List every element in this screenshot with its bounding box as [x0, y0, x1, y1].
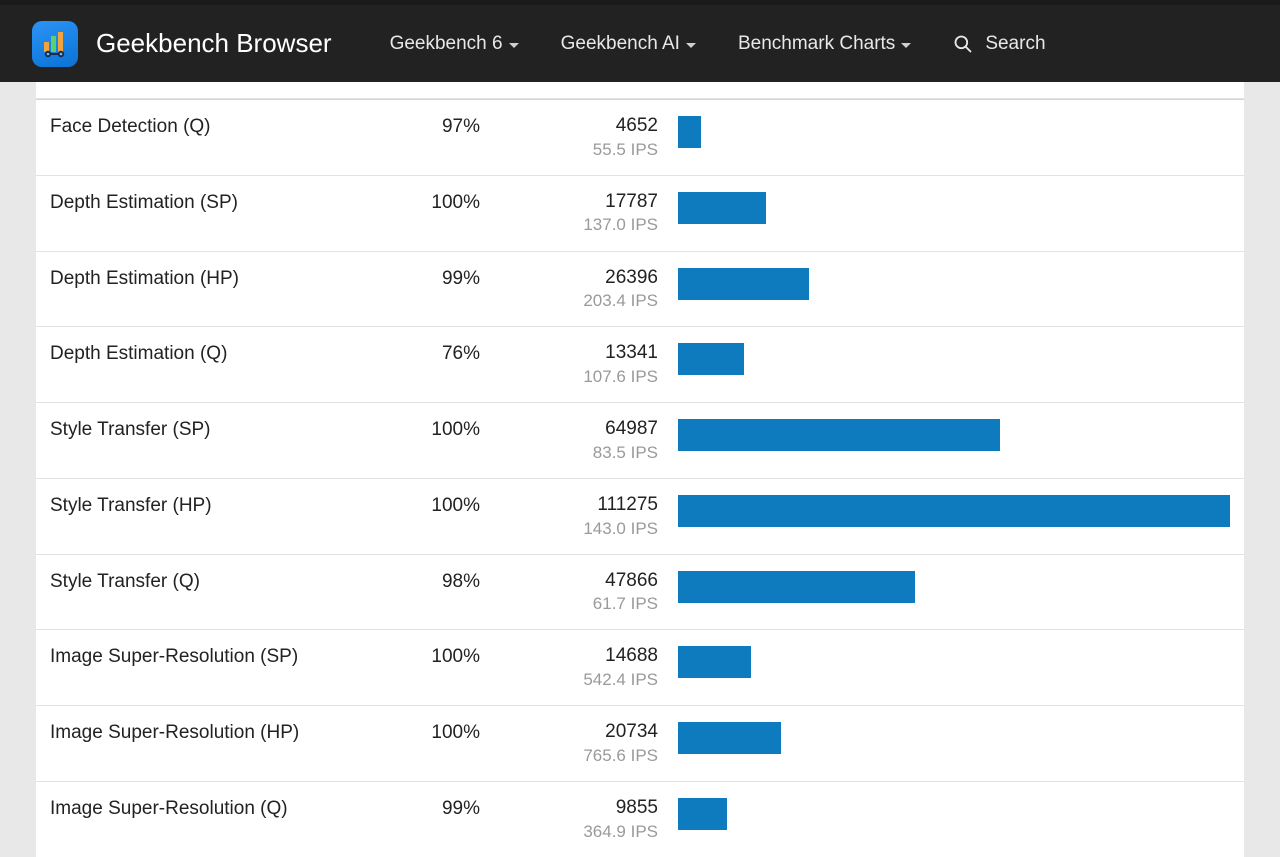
benchmark-ips: 83.5 IPS — [510, 442, 658, 464]
chevron-down-icon — [901, 43, 911, 48]
benchmark-name: Image Super-Resolution (Q) — [50, 796, 350, 820]
benchmark-name: Image Super-Resolution (SP) — [50, 644, 350, 668]
table-row: Face Detection (Q)97%465255.5 IPS — [36, 99, 1244, 175]
table-row: Style Transfer (SP)100%6498783.5 IPS — [36, 402, 1244, 478]
benchmark-ips: 542.4 IPS — [510, 669, 658, 691]
table-row: Image Super-Resolution (HP)100%20734765.… — [36, 705, 1244, 781]
benchmark-score-cell: 17787137.0 IPS — [510, 190, 670, 237]
benchmark-bar-cell — [670, 644, 1230, 678]
benchmark-bar-cell — [670, 569, 1230, 603]
benchmark-name: Style Transfer (Q) — [50, 569, 350, 593]
benchmark-bar — [678, 571, 915, 603]
nav-search-label: Search — [985, 33, 1045, 55]
benchmark-name: Style Transfer (SP) — [50, 417, 350, 441]
chevron-down-icon — [509, 43, 519, 48]
benchmark-bar — [678, 722, 781, 754]
logo-icon — [39, 28, 71, 60]
benchmark-score-cell: 13341107.6 IPS — [510, 341, 670, 388]
benchmark-score-cell: 9855364.9 IPS — [510, 796, 670, 843]
benchmark-ips: 364.9 IPS — [510, 821, 658, 843]
table-row: Depth Estimation (Q)76%13341107.6 IPS — [36, 326, 1244, 402]
benchmark-accuracy: 99% — [350, 266, 510, 290]
benchmark-accuracy: 76% — [350, 341, 510, 365]
nav-benchmark-charts[interactable]: Benchmark Charts — [726, 33, 923, 55]
benchmark-accuracy: 100% — [350, 493, 510, 517]
benchmark-bar-cell — [670, 114, 1230, 148]
nav-search[interactable]: Search — [941, 33, 1045, 55]
benchmark-score-cell: 14688542.4 IPS — [510, 644, 670, 691]
benchmark-score: 26396 — [510, 266, 658, 291]
benchmark-name: Face Detection (Q) — [50, 114, 350, 138]
benchmark-score-cell: 20734765.6 IPS — [510, 720, 670, 767]
benchmark-name: Style Transfer (HP) — [50, 493, 350, 517]
benchmark-ips: 143.0 IPS — [510, 518, 658, 540]
table-row: Depth Estimation (HP)99%26396203.4 IPS — [36, 251, 1244, 327]
benchmark-score-cell: 26396203.4 IPS — [510, 266, 670, 313]
benchmark-score: 17787 — [510, 190, 658, 215]
benchmark-bar — [678, 798, 727, 830]
benchmark-bar-cell — [670, 796, 1230, 830]
benchmark-score: 4652 — [510, 114, 658, 139]
nav-geekbench6-label: Geekbench 6 — [390, 33, 503, 55]
table-row: Style Transfer (HP)100%111275143.0 IPS — [36, 478, 1244, 554]
benchmark-ips: 107.6 IPS — [510, 366, 658, 388]
table-row: Depth Estimation (SP)100%17787137.0 IPS — [36, 175, 1244, 251]
nav-geekbench-ai[interactable]: Geekbench AI — [549, 33, 708, 55]
benchmark-bar-cell — [670, 341, 1230, 375]
benchmark-name: Depth Estimation (HP) — [50, 266, 350, 290]
brand-title[interactable]: Geekbench Browser — [96, 28, 332, 59]
benchmark-ips: 55.5 IPS — [510, 139, 658, 161]
benchmark-bar-cell — [670, 493, 1230, 527]
benchmark-score: 13341 — [510, 341, 658, 366]
benchmark-ips: 137.0 IPS — [510, 214, 658, 236]
benchmark-score: 111275 — [510, 493, 658, 518]
benchmark-accuracy: 98% — [350, 569, 510, 593]
table-row: Style Transfer (Q)98%4786661.7 IPS — [36, 554, 1244, 630]
benchmark-bar — [678, 343, 744, 375]
benchmark-table: Face Detection (Q)97%465255.5 IPSDepth E… — [36, 82, 1244, 857]
benchmark-bar-cell — [670, 266, 1230, 300]
benchmark-accuracy: 100% — [350, 190, 510, 214]
content: Face Detection (Q)97%465255.5 IPSDepth E… — [0, 82, 1280, 857]
benchmark-score: 14688 — [510, 644, 658, 669]
benchmark-score-cell: 465255.5 IPS — [510, 114, 670, 161]
benchmark-bar — [678, 116, 701, 148]
benchmark-name: Depth Estimation (Q) — [50, 341, 350, 365]
benchmark-bar — [678, 268, 809, 300]
benchmark-ips: 203.4 IPS — [510, 290, 658, 312]
benchmark-accuracy: 100% — [350, 417, 510, 441]
benchmark-score: 9855 — [510, 796, 658, 821]
logo[interactable] — [32, 21, 78, 67]
table-row: Image Super-Resolution (Q)99%9855364.9 I… — [36, 781, 1244, 857]
chevron-down-icon — [686, 43, 696, 48]
benchmark-score-cell: 111275143.0 IPS — [510, 493, 670, 540]
nav-benchmark-charts-label: Benchmark Charts — [738, 33, 895, 55]
navbar: Geekbench Browser Geekbench 6 Geekbench … — [0, 5, 1280, 82]
benchmark-bar-cell — [670, 720, 1230, 754]
nav-geekbench-ai-label: Geekbench AI — [561, 33, 680, 55]
benchmark-score: 64987 — [510, 417, 658, 442]
table-row-stub — [36, 82, 1244, 99]
benchmark-bar — [678, 646, 751, 678]
benchmark-name: Image Super-Resolution (HP) — [50, 720, 350, 744]
benchmark-bar-cell — [670, 417, 1230, 451]
benchmark-bar-cell — [670, 190, 1230, 224]
benchmark-score: 47866 — [510, 569, 658, 594]
benchmark-accuracy: 100% — [350, 644, 510, 668]
benchmark-ips: 765.6 IPS — [510, 745, 658, 767]
search-icon — [953, 34, 973, 54]
benchmark-accuracy: 97% — [350, 114, 510, 138]
benchmark-score-cell: 6498783.5 IPS — [510, 417, 670, 464]
nav-geekbench6[interactable]: Geekbench 6 — [378, 33, 531, 55]
table-row: Image Super-Resolution (SP)100%14688542.… — [36, 629, 1244, 705]
benchmark-accuracy: 99% — [350, 796, 510, 820]
benchmark-name: Depth Estimation (SP) — [50, 190, 350, 214]
benchmark-accuracy: 100% — [350, 720, 510, 744]
benchmark-ips: 61.7 IPS — [510, 593, 658, 615]
benchmark-bar — [678, 419, 1000, 451]
benchmark-score: 20734 — [510, 720, 658, 745]
benchmark-bar — [678, 495, 1230, 527]
benchmark-bar — [678, 192, 766, 224]
benchmark-score-cell: 4786661.7 IPS — [510, 569, 670, 616]
